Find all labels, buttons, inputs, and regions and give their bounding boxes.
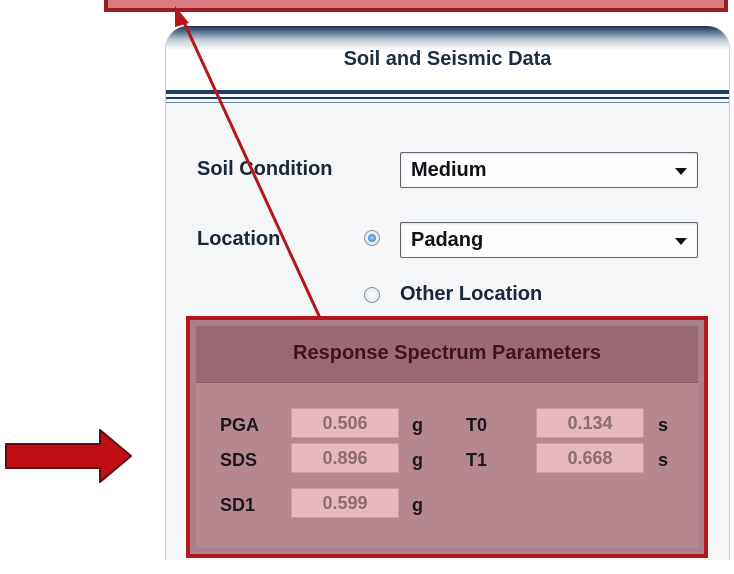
annotation-arrows (5, 6, 322, 483)
left-arrow-icon (5, 429, 132, 483)
pointer-arrow-icon (175, 6, 322, 319)
